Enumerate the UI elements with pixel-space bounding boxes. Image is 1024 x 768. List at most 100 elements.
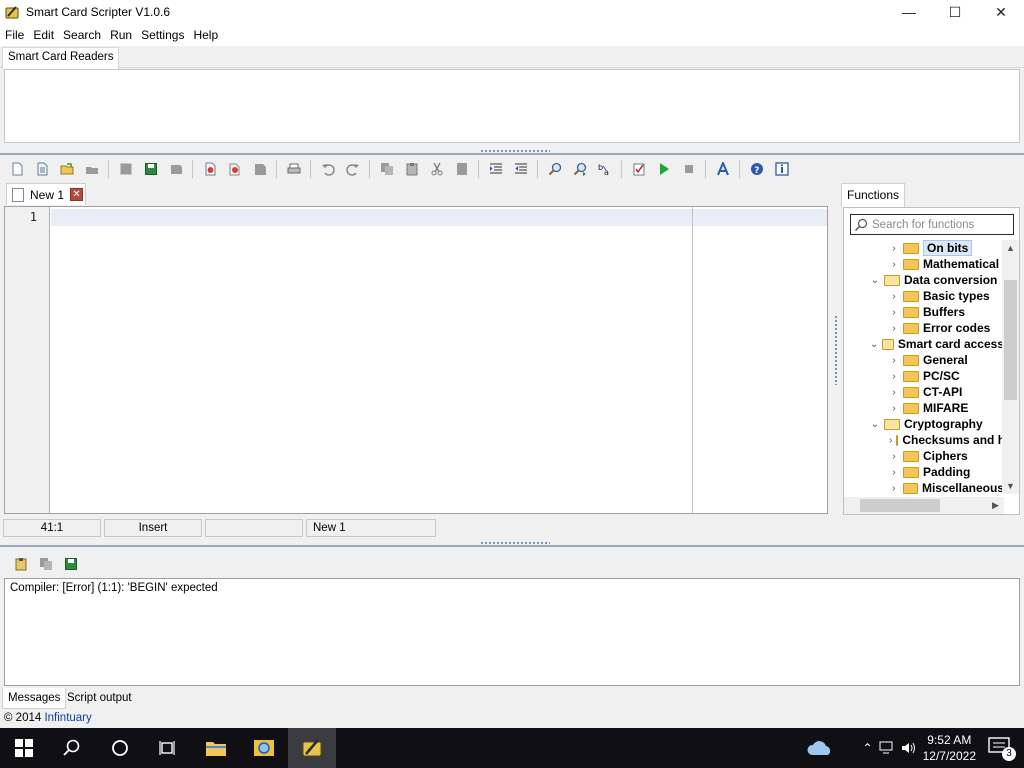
search-button[interactable]: [48, 728, 96, 768]
redo-button[interactable]: [343, 159, 363, 179]
compile-button[interactable]: [629, 159, 649, 179]
start-button[interactable]: [0, 728, 48, 768]
chevron-right-icon[interactable]: ›: [889, 467, 899, 478]
onedrive-icon[interactable]: [807, 740, 833, 756]
replace-button[interactable]: ba: [595, 159, 615, 179]
clear-messages-button[interactable]: [11, 554, 31, 574]
volume-icon[interactable]: [901, 741, 917, 755]
scroll-down-icon[interactable]: ▼: [1002, 478, 1019, 494]
close-others-button[interactable]: [250, 159, 270, 179]
tree-item[interactable]: › CT-API: [844, 384, 1004, 400]
chevron-right-icon[interactable]: ›: [889, 387, 899, 398]
run-button[interactable]: [654, 159, 674, 179]
company-link[interactable]: Infintuary: [44, 712, 91, 724]
menu-file[interactable]: File: [2, 28, 27, 42]
code-editor[interactable]: 1: [4, 206, 828, 514]
unindent-button[interactable]: [511, 159, 531, 179]
new-file-button[interactable]: [7, 159, 27, 179]
maximize-button[interactable]: ☐: [932, 0, 978, 24]
find-next-button[interactable]: [570, 159, 590, 179]
tree-vertical-scrollbar[interactable]: ▲ ▼: [1002, 240, 1019, 494]
font-button[interactable]: [713, 159, 733, 179]
save-button-disabled[interactable]: [116, 159, 136, 179]
clock[interactable]: 9:52 AM 12/7/2022: [923, 732, 976, 764]
close-button[interactable]: ✕: [978, 0, 1024, 24]
new-template-button[interactable]: [32, 159, 52, 179]
tab-script-output[interactable]: Script output: [62, 688, 137, 709]
scroll-up-icon[interactable]: ▲: [1002, 240, 1019, 256]
scroll-thumb[interactable]: [1004, 280, 1017, 400]
about-button[interactable]: [772, 159, 792, 179]
scroll-thumb[interactable]: [860, 499, 940, 512]
chevron-down-icon[interactable]: ⌄: [870, 419, 880, 430]
chevron-down-icon[interactable]: ⌄: [870, 339, 878, 350]
tree-item[interactable]: › On bits: [844, 240, 1004, 256]
stop-button[interactable]: [679, 159, 699, 179]
task-view-button[interactable]: [144, 728, 192, 768]
chevron-right-icon[interactable]: ›: [889, 403, 899, 414]
chevron-right-icon[interactable]: ›: [889, 435, 892, 446]
chevron-right-icon[interactable]: ›: [889, 483, 899, 494]
scanner-app-button[interactable]: [240, 728, 288, 768]
file-explorer-button[interactable]: [192, 728, 240, 768]
cut-button[interactable]: [427, 159, 447, 179]
tree-item[interactable]: › MIFARE: [844, 400, 1004, 416]
copy-button[interactable]: [377, 159, 397, 179]
save-messages-button[interactable]: [61, 554, 81, 574]
tree-item[interactable]: ⌄ Cryptography: [844, 416, 1004, 432]
tree-item[interactable]: › Checksums and hashes: [844, 432, 1004, 448]
tab-smart-card-readers[interactable]: Smart Card Readers: [2, 47, 120, 69]
vertical-splitter-grip[interactable]: [834, 315, 838, 385]
tree-item[interactable]: › Padding: [844, 464, 1004, 480]
menu-search[interactable]: Search: [60, 28, 104, 42]
close-all-button[interactable]: [225, 159, 245, 179]
menu-run[interactable]: Run: [107, 28, 135, 42]
print-button[interactable]: [284, 159, 304, 179]
undo-button[interactable]: [318, 159, 338, 179]
paste-button[interactable]: [402, 159, 422, 179]
indent-button[interactable]: [486, 159, 506, 179]
chevron-right-icon[interactable]: ›: [889, 307, 899, 318]
menu-help[interactable]: Help: [190, 28, 221, 42]
tree-item[interactable]: › Mathematical: [844, 256, 1004, 272]
tab-messages[interactable]: Messages: [2, 688, 67, 709]
function-search-input[interactable]: Search for functions: [850, 214, 1014, 235]
find-button[interactable]: [545, 159, 565, 179]
help-button[interactable]: ?: [747, 159, 767, 179]
close-file-button[interactable]: [200, 159, 220, 179]
delete-button[interactable]: [452, 159, 472, 179]
scroll-right-icon[interactable]: ▶: [987, 497, 1004, 513]
tree-item[interactable]: › General: [844, 352, 1004, 368]
tree-item[interactable]: ⌄ Data conversion: [844, 272, 1004, 288]
readers-list[interactable]: [4, 69, 1020, 143]
chevron-right-icon[interactable]: ›: [889, 371, 899, 382]
notification-button[interactable]: 3: [988, 737, 1016, 761]
tree-item[interactable]: › PC/SC: [844, 368, 1004, 384]
chevron-right-icon[interactable]: ›: [889, 291, 899, 302]
chevron-right-icon[interactable]: ›: [889, 355, 899, 366]
minimize-button[interactable]: —: [886, 0, 932, 24]
save-all-button[interactable]: [166, 159, 186, 179]
network-icon[interactable]: [879, 741, 895, 755]
tab-new-1[interactable]: New 1 ✕: [6, 183, 86, 205]
tree-item[interactable]: › Miscellaneous: [844, 480, 1004, 494]
open-recent-button[interactable]: [82, 159, 102, 179]
messages-output[interactable]: Compiler: [Error] (1:1): 'BEGIN' expecte…: [4, 578, 1020, 686]
tree-item[interactable]: › Ciphers: [844, 448, 1004, 464]
tree-item[interactable]: ⌄ Smart card access: [844, 336, 1004, 352]
chevron-right-icon[interactable]: ›: [889, 243, 899, 254]
open-button[interactable]: [57, 159, 77, 179]
menu-edit[interactable]: Edit: [30, 28, 57, 42]
tree-item[interactable]: › Error codes: [844, 320, 1004, 336]
tree-item[interactable]: › Basic types: [844, 288, 1004, 304]
copy-messages-button[interactable]: [36, 554, 56, 574]
chevron-up-icon[interactable]: ⌃: [863, 741, 873, 755]
chevron-right-icon[interactable]: ›: [889, 259, 899, 270]
cortana-button[interactable]: [96, 728, 144, 768]
chevron-right-icon[interactable]: ›: [889, 451, 899, 462]
chevron-down-icon[interactable]: ⌄: [870, 275, 880, 286]
menu-settings[interactable]: Settings: [138, 28, 187, 42]
smart-card-scripter-taskbar-button[interactable]: [288, 728, 336, 768]
close-tab-icon[interactable]: ✕: [70, 188, 84, 201]
tab-functions[interactable]: Functions: [841, 183, 906, 207]
